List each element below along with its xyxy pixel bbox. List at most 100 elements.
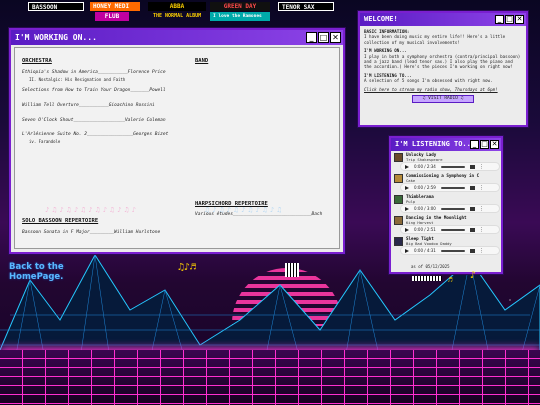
banner-album-text: THE NORMAL ALBUM [153, 13, 202, 19]
minimize-button[interactable]: _ [306, 32, 317, 43]
audio-player[interactable]: 0:00 / 2:51 ⋮ [400, 225, 500, 234]
orchestra-item-1: Ethiopia's Shadow in America___________F… [22, 70, 166, 75]
song-item: Unlucky Lady Trip Shakespeare 0:00 / 2:3… [391, 151, 501, 172]
back-link-line-2: HomePage. [9, 272, 64, 282]
listening-text: A selection of 5 songs I'm obsessed with… [364, 78, 493, 84]
more-options-icon[interactable]: ⋮ [479, 248, 484, 254]
solo-bassoon-item-1: Bassoon Sonata in F Major_________Willia… [22, 230, 161, 235]
progress-bar[interactable] [440, 165, 465, 168]
welcome-content: BASIC INFORMATION: I have been doing mus… [360, 26, 526, 106]
minimize-button[interactable]: _ [470, 140, 479, 149]
album-cover [394, 153, 403, 162]
album-cover [394, 174, 403, 183]
play-icon[interactable] [405, 185, 409, 190]
orchestra-heading: ORCHESTRA [22, 58, 52, 64]
banner-tag-tenorsax: TENOR SAX [278, 2, 334, 11]
sax-icon: ♬ [448, 276, 453, 284]
orchestra-item-4: Seven O'Clock Shout___________________Va… [22, 118, 166, 123]
play-icon[interactable] [405, 206, 409, 211]
working-on-text: I play in both a symphony orchestra (con… [364, 53, 521, 70]
listening-window: I'M LISTENING TO... _ □ ✕ Unlucky Lady T… [389, 136, 503, 274]
guitar-icon: ♪ [470, 270, 477, 281]
audio-time: 0:00 / 2:34 [414, 164, 436, 169]
radio-link[interactable]: Click here to stream my radio show, Thur… [364, 87, 522, 92]
album-cover [394, 216, 403, 225]
orchestra-item-5-sub: iv. Farandole [29, 139, 61, 144]
volume-icon[interactable] [469, 227, 475, 232]
progress-bar[interactable] [440, 249, 465, 252]
orchestra-item-2: Selections from How to Train Your Dragon… [22, 88, 166, 93]
harpsichord-heading: HARPSICHORD REPERTOIRE [195, 201, 268, 207]
band-heading: BAND [195, 58, 209, 64]
song-item: Dancing in the Moonlight King Harvest 0:… [391, 214, 501, 235]
banner-tag-bassoon: BASSOON [28, 2, 84, 11]
harpsichord-item-1: Various études__________________________… [195, 212, 323, 217]
more-options-icon[interactable]: ⋮ [479, 164, 484, 170]
progress-bar[interactable] [440, 207, 465, 210]
maximize-button[interactable]: □ [505, 15, 514, 24]
pixel-badge-icon [285, 263, 299, 277]
play-icon[interactable] [405, 227, 409, 232]
more-options-icon[interactable]: ⋮ [479, 227, 484, 233]
audio-time: 0:00 / 4:31 [414, 248, 436, 253]
working-on-content: ORCHESTRA Ethiopia's Shadow in America__… [14, 47, 340, 249]
orchestra-item-1-sub: II. Nostalgic: His Resignation and Faith [29, 77, 126, 82]
audio-player[interactable]: 0:00 / 2:34 ⋮ [400, 162, 500, 171]
banner-small-flub: FLUB [95, 12, 129, 21]
volume-icon[interactable] [469, 164, 475, 169]
more-options-icon[interactable]: ⋮ [479, 206, 484, 212]
piano-keys-icon [412, 276, 442, 281]
maximize-button[interactable]: □ [318, 32, 329, 43]
song-item: Sleep Tight Big Bad Voodoo Daddy 0:00 / … [391, 235, 501, 256]
banner-tag-honey: HONEY MEDI [90, 2, 140, 11]
close-button[interactable]: ✕ [330, 32, 341, 43]
audio-player[interactable]: 0:00 / 3:00 ⋮ [400, 204, 500, 213]
working-on-title: I'M WORKING ON... [15, 33, 97, 42]
volume-icon[interactable] [469, 185, 475, 190]
album-cover [394, 195, 403, 204]
back-link-line-1: Back to the [9, 262, 64, 272]
audio-time: 0:00 / 3:00 [414, 206, 436, 211]
welcome-title: WELCOME! [364, 15, 398, 23]
neon-grid-floor [0, 350, 540, 405]
song-item: Commissioning a Symphony in C Cake 0:00 … [391, 172, 501, 193]
top-banner: BASSOON HONEY MEDI ABBA GREEN DAY TENOR … [0, 0, 360, 22]
album-cover [394, 237, 403, 246]
audio-player[interactable]: 0:00 / 2:59 ⋮ [400, 183, 500, 192]
banner-tag-abba: ABBA [148, 2, 206, 11]
volume-icon[interactable] [469, 248, 475, 253]
close-button[interactable]: ✕ [490, 140, 499, 149]
audio-player[interactable]: 0:00 / 4:31 ⋮ [400, 246, 500, 255]
progress-bar[interactable] [440, 186, 465, 189]
listening-title: I'M LISTENING TO... [395, 140, 476, 148]
welcome-window: WELCOME! _ □ ✕ BASIC INFORMATION: I have… [358, 11, 528, 127]
play-icon[interactable] [405, 164, 409, 169]
song-title: Commissioning a Symphony in C [406, 173, 480, 178]
audio-time: 0:00 / 2:59 [414, 185, 436, 190]
listening-title-bar[interactable]: I'M LISTENING TO... _ □ ✕ [391, 138, 501, 151]
orchestra-item-5: L'Arlésienne Suite No. 2________________… [22, 132, 169, 137]
working-on-title-bar[interactable]: I'M WORKING ON... _ □ ✕ [11, 30, 343, 45]
close-button[interactable]: ✕ [515, 15, 524, 24]
back-to-homepage-link[interactable]: Back to the HomePage. [9, 262, 64, 282]
song-list: Unlucky Lady Trip Shakespeare 0:00 / 2:3… [391, 151, 501, 256]
banner-tag-greenday: GREEN DAY [210, 2, 270, 11]
song-item: Thimblerama Pulp 0:00 / 3:00 ⋮ [391, 193, 501, 214]
more-options-icon[interactable]: ⋮ [479, 185, 484, 191]
minimize-button[interactable]: _ [495, 15, 504, 24]
music-notes-decor: ♪♫♪♫♪♫♪♫♪♫♪♫♪ [45, 206, 139, 214]
volume-icon[interactable] [469, 206, 475, 211]
banner-small-ramones: I love the Ramones [210, 12, 270, 21]
working-on-window: I'M WORKING ON... _ □ ✕ ORCHESTRA Ethiop… [9, 28, 345, 254]
visit-radio-button[interactable]: ♫ VISIT RADIO ♫ [412, 95, 474, 104]
music-notes-icon: ♫♪♬ [178, 262, 197, 273]
as-of-date: as of 05/12/2025 [411, 264, 450, 269]
audio-time: 0:00 / 2:51 [414, 227, 436, 232]
basic-info-text: I have been doing music my entire life!!… [364, 34, 506, 45]
maximize-button[interactable]: □ [480, 140, 489, 149]
solo-bassoon-heading: SOLO BASSOON REPERTOIRE [22, 218, 99, 224]
orchestra-item-3: William Tell Overture___________Gioachin… [22, 103, 155, 108]
progress-bar[interactable] [440, 228, 465, 231]
welcome-title-bar[interactable]: WELCOME! _ □ ✕ [360, 13, 526, 26]
play-icon[interactable] [405, 248, 409, 253]
